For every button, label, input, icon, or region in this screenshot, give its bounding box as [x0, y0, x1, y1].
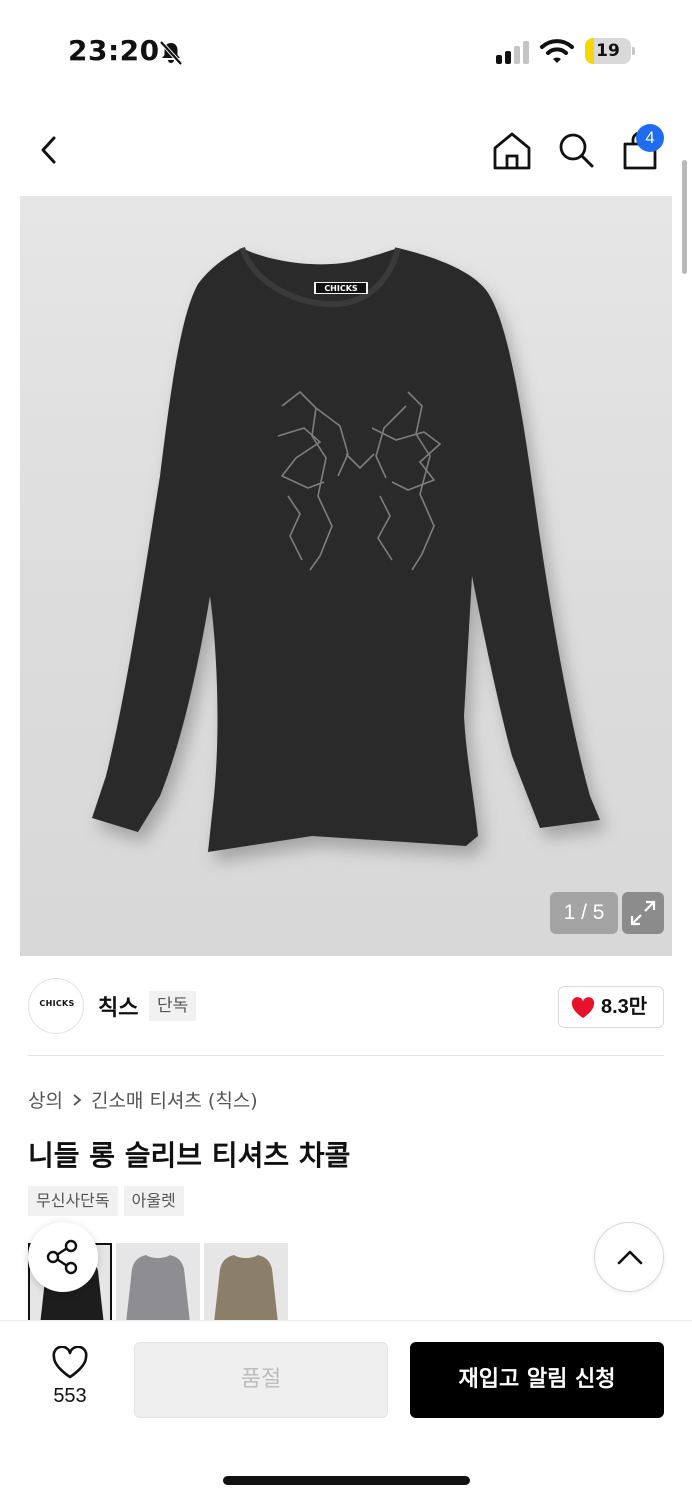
- chevron-left-icon[interactable]: [34, 128, 66, 172]
- share-icon: [46, 1239, 78, 1275]
- brand-name[interactable]: 칙스: [98, 990, 138, 1022]
- cart-count-badge[interactable]: 4: [636, 124, 664, 152]
- brand-row: CHICKS 칙스 단독 8.3만: [28, 978, 664, 1036]
- color-thumb-gray[interactable]: [116, 1243, 200, 1323]
- tag-outlet: 아울렛: [123, 1186, 184, 1216]
- bell-slash-icon: [159, 40, 183, 66]
- battery-icon: 19: [585, 38, 635, 64]
- battery-level: 19: [596, 41, 620, 61]
- breadcrumb-subcategory[interactable]: 긴소매 티셔츠 (칙스): [91, 1086, 258, 1113]
- restock-alert-button[interactable]: 재입고 알림 신청: [410, 1342, 664, 1418]
- wish-count: 553: [53, 1385, 87, 1407]
- product-title: 니들 롱 슬리브 티셔츠 차콜: [28, 1139, 351, 1172]
- color-thumb-beige[interactable]: [204, 1243, 288, 1323]
- product-image[interactable]: CHICKS: [20, 196, 672, 956]
- breadcrumb: 상의 긴소매 티셔츠 (칙스): [28, 1086, 258, 1113]
- status-bar: 23:20 19: [0, 0, 692, 100]
- heart-outline-icon[interactable]: [51, 1346, 89, 1380]
- soldout-button[interactable]: 품절: [134, 1342, 388, 1418]
- scroll-to-top-button[interactable]: [594, 1222, 664, 1292]
- scrollbar[interactable]: [682, 160, 687, 274]
- status-time: 23:20: [68, 34, 160, 67]
- cellular-signal-icon: [496, 40, 529, 64]
- home-icon[interactable]: [491, 130, 533, 172]
- chevron-up-icon: [617, 1250, 643, 1265]
- product-tags: 무신사단독 아울렛: [28, 1186, 184, 1216]
- brand-like-button[interactable]: 8.3만: [558, 986, 664, 1028]
- heart-filled-icon: [571, 997, 595, 1018]
- thumb-shirt-gray: [126, 1255, 190, 1323]
- image-page-counter: 1 / 5: [550, 892, 618, 934]
- brand-exclusive-badge: 단독: [149, 991, 197, 1021]
- share-button[interactable]: [28, 1222, 98, 1292]
- shirt-label-text: CHICKS: [324, 284, 358, 293]
- wifi-icon: [540, 39, 574, 63]
- brand-like-count: 8.3만: [601, 996, 648, 1018]
- divider: [28, 1055, 664, 1056]
- home-indicator[interactable]: [223, 1476, 470, 1485]
- tag-musinsa-exclusive: 무신사단독: [28, 1186, 118, 1216]
- thumb-shirt-beige: [214, 1255, 278, 1323]
- product-photo-shirt: CHICKS: [92, 246, 600, 852]
- search-icon[interactable]: [556, 130, 596, 170]
- breadcrumb-category[interactable]: 상의: [28, 1086, 63, 1113]
- brand-logo[interactable]: CHICKS: [28, 978, 84, 1034]
- chevron-right-icon: [73, 1093, 82, 1106]
- nav-bar: [0, 100, 692, 196]
- brand-logo-text: CHICKS: [39, 999, 75, 1008]
- expand-icon[interactable]: [622, 892, 664, 934]
